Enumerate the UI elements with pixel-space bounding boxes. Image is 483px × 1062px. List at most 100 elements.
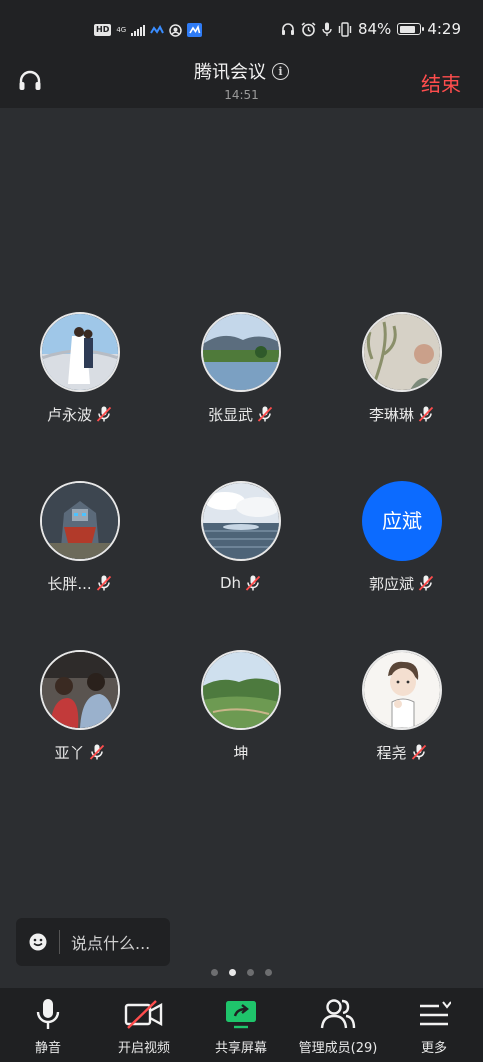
mute-button[interactable]: 静音 — [0, 998, 96, 1056]
manage-members-label: 管理成员(29) — [298, 1041, 378, 1056]
participant-name-row: 郭应斌 — [322, 573, 482, 593]
photo-mountain-image — [203, 652, 279, 728]
share-screen-label: 共享屏幕 — [214, 1041, 267, 1056]
participant-name: 张显武 — [207, 405, 253, 424]
signal-icon — [131, 24, 146, 36]
photo-couple-image — [42, 314, 118, 390]
info-icon[interactable]: i — [272, 62, 289, 80]
mic-muted-icon — [411, 744, 426, 760]
mic-muted-icon — [96, 406, 112, 422]
mic-muted-icon — [89, 744, 104, 760]
video-off-icon — [124, 1000, 163, 1029]
participant-name: 长胖... — [47, 574, 92, 593]
hd-badge: HD — [94, 24, 112, 36]
avatar — [201, 650, 281, 730]
status-right-icons: 84% 4:29 — [281, 20, 461, 38]
participant-tile[interactable]: 卢永波 — [0, 312, 160, 424]
battery-level — [399, 25, 415, 33]
page-dot[interactable] — [211, 969, 218, 976]
participant-name-row: 卢永波 — [0, 404, 160, 424]
mute-label: 静音 — [34, 1041, 61, 1056]
participant-tile[interactable]: 李琳琳 — [322, 312, 482, 424]
mic-muted-icon — [418, 406, 434, 422]
participant-tile[interactable]: 应斌 郭应斌 — [322, 481, 482, 593]
share-screen-icon — [226, 1001, 256, 1029]
photo-plant-image — [364, 314, 440, 390]
status-left-icons: HD 4G — [94, 21, 203, 39]
emoji-icon[interactable] — [29, 933, 47, 951]
vibrate-icon — [338, 21, 352, 37]
avatar — [40, 650, 120, 730]
chat-placeholder: 说点什么... — [71, 934, 151, 953]
page-dot[interactable] — [247, 969, 254, 976]
status-bar: HD 4G 84% 4:29 — [0, 0, 483, 56]
more-label: 更多 — [420, 1041, 447, 1056]
chat-input[interactable]: 说点什么... — [16, 918, 170, 966]
participant-name: Dh — [219, 574, 242, 592]
start-video-label: 开启视频 — [117, 1041, 170, 1056]
text-avatar: 应斌 — [362, 481, 442, 561]
participant-name: 郭应斌 — [368, 574, 414, 593]
photo-robot-image — [42, 483, 118, 559]
participant-name-row: 长胖... — [0, 573, 160, 593]
microphone-status-icon — [322, 22, 332, 36]
participant-name-row: 程尧 — [322, 742, 482, 762]
members-icon — [320, 999, 356, 1029]
alarm-icon — [301, 21, 316, 36]
participant-name: 程尧 — [376, 743, 407, 762]
more-button[interactable]: 更多 — [386, 998, 482, 1056]
participant-name-row: 亚丫 — [0, 742, 160, 762]
cartoon-boy-image — [364, 652, 440, 728]
participant-tile[interactable]: 亚丫 — [0, 650, 160, 762]
manage-members-button[interactable]: 管理成员(29) — [290, 998, 386, 1056]
start-video-button[interactable]: 开启视频 — [96, 998, 192, 1056]
avatar — [40, 481, 120, 561]
app-notification-icon — [150, 25, 165, 34]
participant-name-row: Dh — [161, 573, 321, 593]
page-dot-active[interactable] — [229, 969, 236, 976]
account-notification-icon — [169, 23, 182, 37]
participant-tile[interactable]: 张显武 — [161, 312, 321, 424]
bottom-toolbar: 静音 开启视频 共享屏幕 管理成员(29) 更多 — [0, 988, 483, 1062]
headphones-status-icon — [281, 23, 294, 35]
end-meeting-button[interactable]: 结束 — [421, 68, 461, 97]
participant-tile[interactable]: 程尧 — [322, 650, 482, 762]
participant-name-row: 李琳琳 — [322, 404, 482, 424]
participant-name-row: 坤 — [161, 742, 321, 762]
photo-lake-image — [203, 314, 279, 390]
network-type: 4G — [116, 25, 127, 34]
participant-tile[interactable]: 长胖... — [0, 481, 160, 593]
photo-children-image — [42, 652, 118, 728]
battery-percent: 84% — [357, 20, 392, 38]
meeting-notification-icon — [187, 23, 203, 37]
network-indicator: 4G — [116, 25, 127, 34]
meeting-header: 腾讯会议 i 14:51 结束 — [0, 56, 483, 108]
participant-name: 李琳琳 — [368, 405, 414, 424]
avatar — [201, 312, 281, 392]
participant-name: 卢永波 — [46, 405, 92, 424]
battery-icon — [397, 23, 425, 35]
mic-muted-icon — [245, 575, 261, 591]
mic-muted-icon — [257, 406, 273, 422]
participant-tile[interactable]: 坤 — [161, 650, 321, 762]
participant-name-row: 张显武 — [161, 404, 321, 424]
avatar — [362, 650, 442, 730]
avatar — [40, 312, 120, 392]
share-screen-button[interactable]: 共享屏幕 — [193, 998, 289, 1056]
microphone-icon — [36, 999, 60, 1029]
mic-muted-icon — [418, 575, 434, 591]
page-dot[interactable] — [265, 969, 272, 976]
participant-name: 亚丫 — [54, 743, 85, 762]
chat-divider — [59, 930, 60, 954]
page-indicator — [0, 969, 483, 976]
meeting-timer: 14:51 — [224, 88, 259, 102]
meeting-title-area[interactable]: 腾讯会议 i 14:51 — [0, 58, 483, 102]
participant-name: 坤 — [233, 743, 249, 762]
participant-tile[interactable]: Dh — [161, 481, 321, 593]
photo-sea-image — [203, 483, 279, 559]
clock: 4:29 — [427, 20, 461, 38]
more-menu-icon — [420, 1001, 451, 1026]
mic-muted-icon — [96, 575, 111, 591]
avatar — [362, 312, 442, 392]
meeting-title: 腾讯会议 — [194, 62, 266, 83]
